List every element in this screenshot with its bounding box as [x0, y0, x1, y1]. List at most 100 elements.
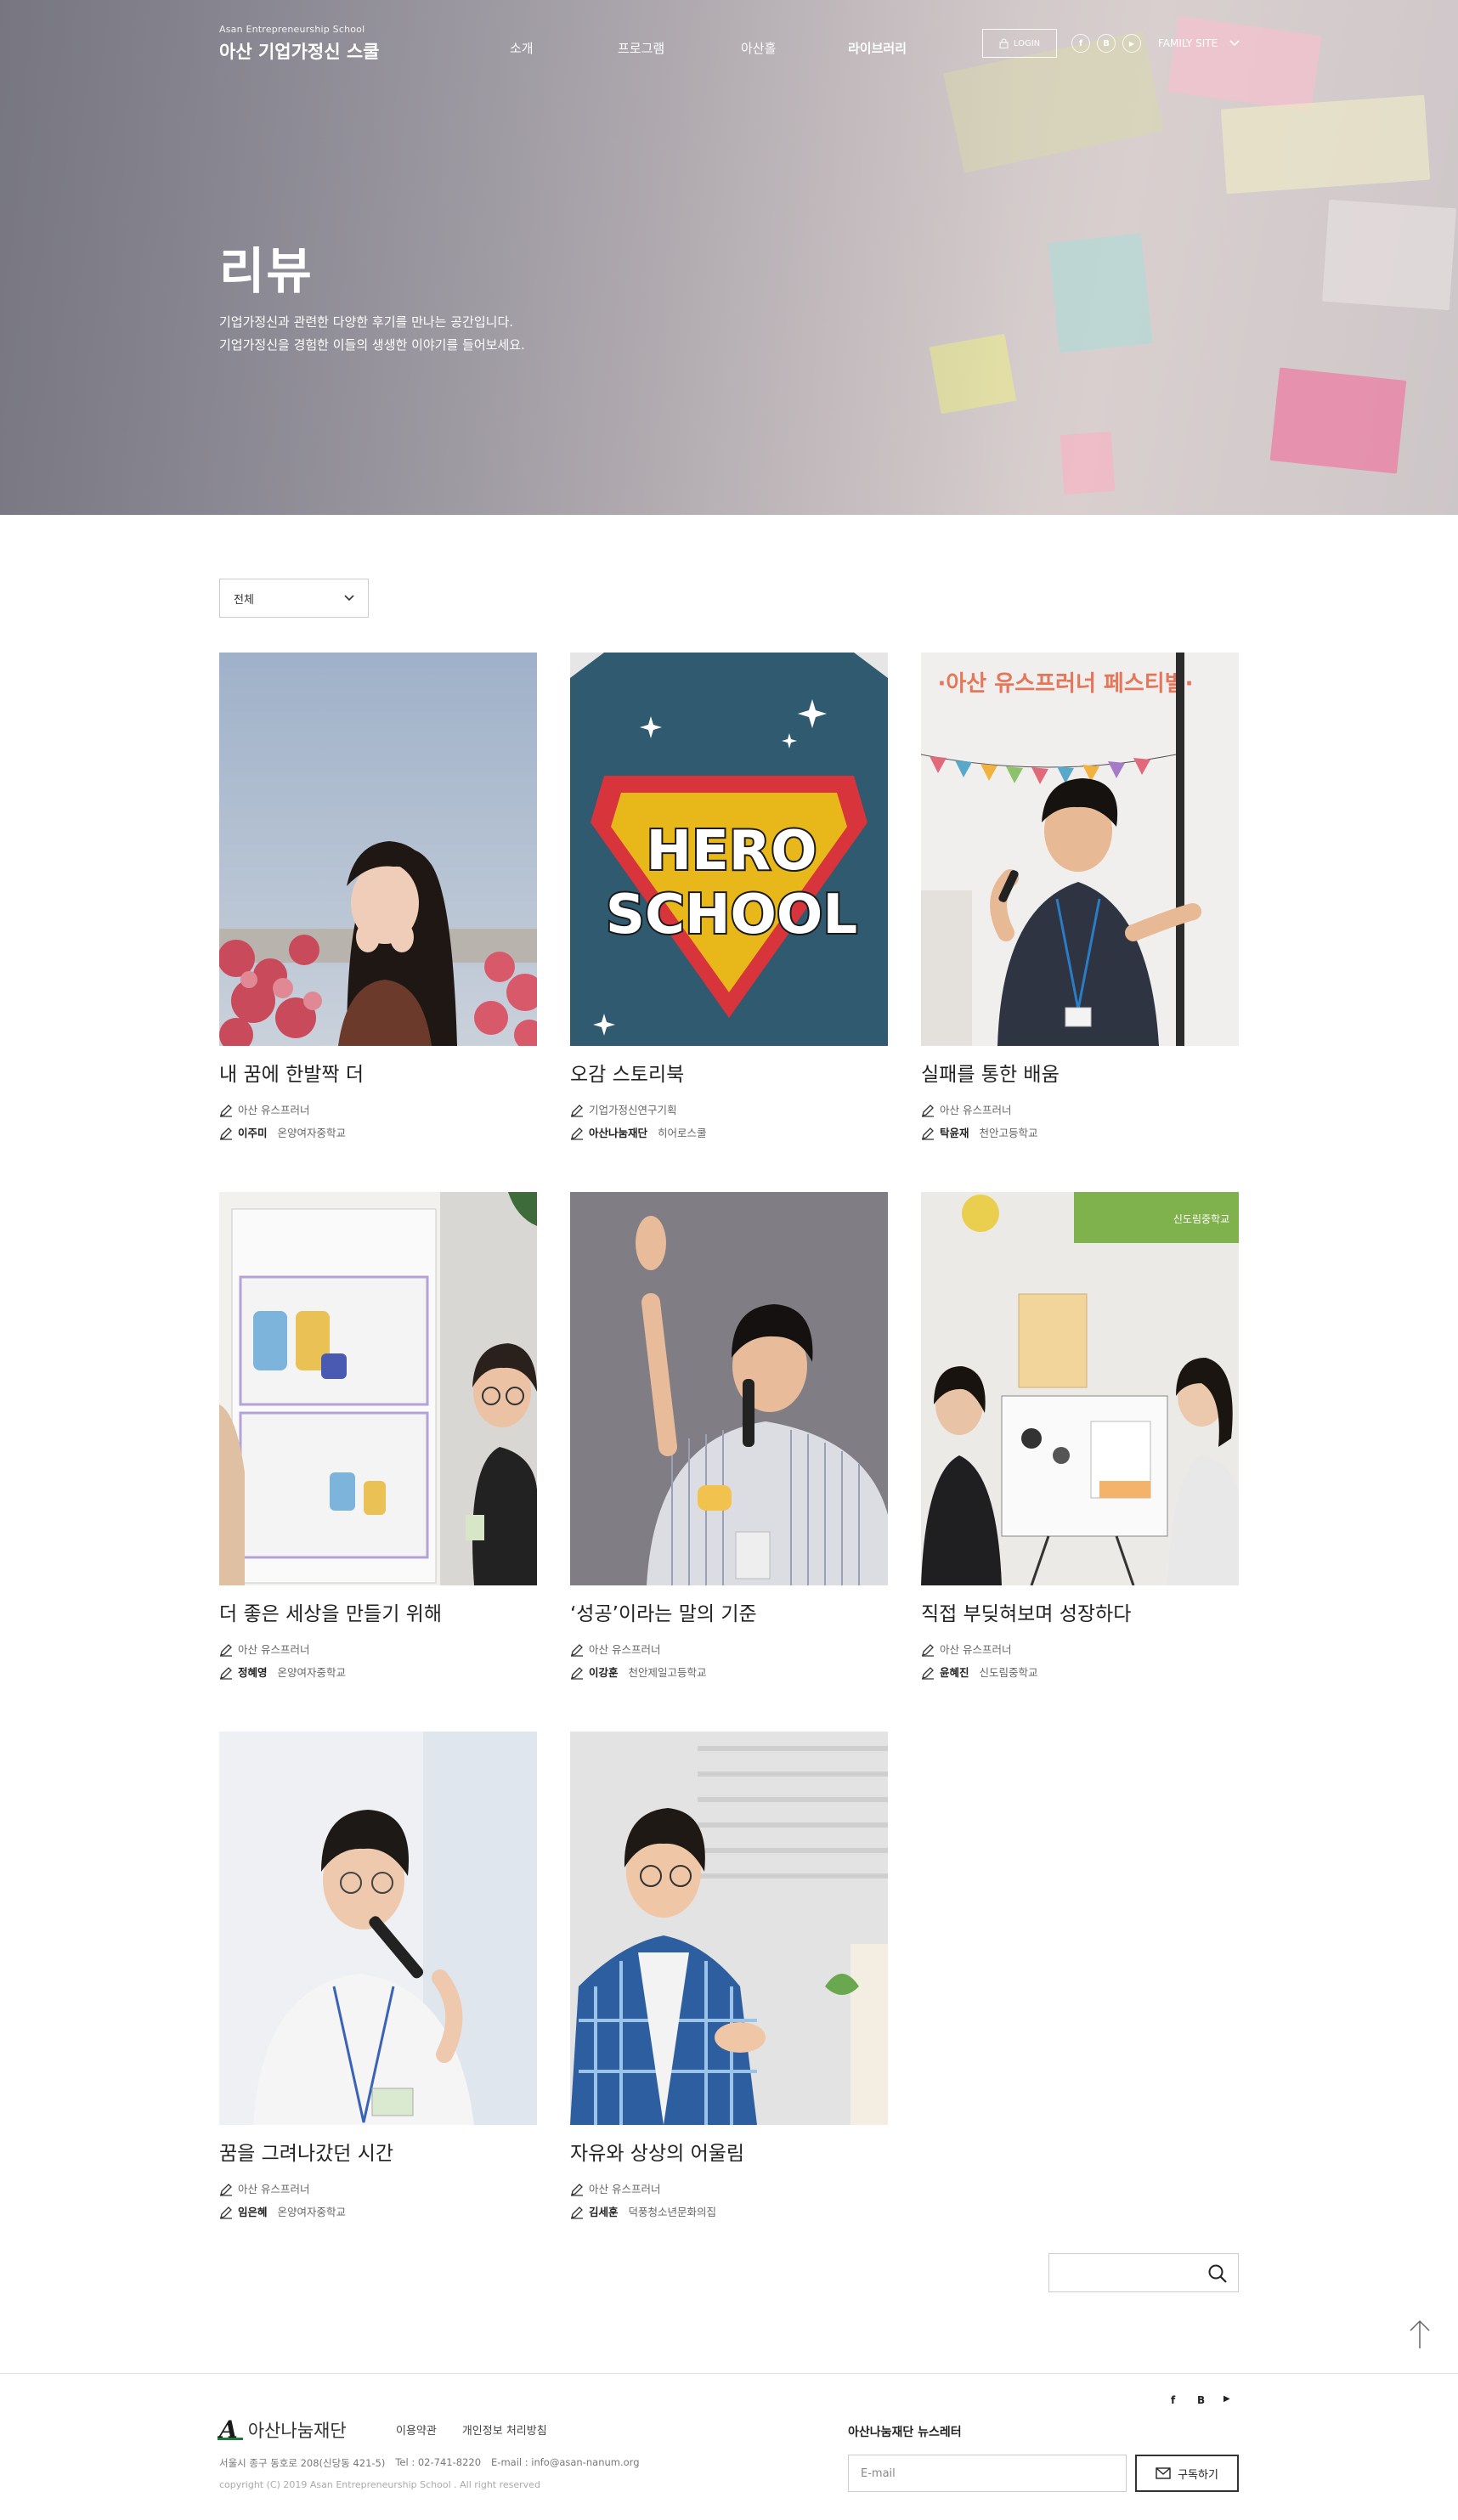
- pencil-icon: [220, 2183, 232, 2196]
- review-card[interactable]: 꿈을 그려나갔던 시간 아산 유스프러너 임은혜 온양여자중학교: [219, 1732, 537, 2223]
- festival-banner-text: ·아산 유스프러너 페스티벌·: [938, 671, 1194, 697]
- review-title[interactable]: 실패를 통한 배움: [921, 1058, 1239, 1087]
- review-photo[interactable]: [570, 1192, 888, 1585]
- filter-selected-value: 전체: [234, 593, 254, 607]
- review-title[interactable]: ‘성공’이라는 말의 기준: [570, 1597, 888, 1626]
- review-card[interactable]: 신도림중학교 직접 부딪혀보며 성장하다 아산 유스프러너 윤혜진 신도림중학교: [921, 1192, 1239, 1684]
- pencil-icon: [220, 1643, 232, 1657]
- subscribe-label: 구독하기: [1178, 2468, 1218, 2482]
- family-site-label: FAMILY SITE: [1158, 37, 1218, 49]
- review-author: 탁윤재: [940, 1127, 969, 1139]
- hero-banner: Asan Entrepreneurship School 아산 기업가정신 스쿨…: [0, 0, 1458, 515]
- review-meta: 아산 유스프러너 임은혜 온양여자중학교: [219, 2178, 537, 2223]
- pencil-icon: [571, 2183, 583, 2196]
- youtube-icon[interactable]: ▶: [1122, 34, 1141, 53]
- review-title[interactable]: 더 좋은 세상을 만들기 위해: [219, 1597, 537, 1626]
- footer-facebook-icon[interactable]: f: [1171, 2394, 1175, 2406]
- footer-copyright: copyright (C) 2019 Asan Entrepreneurship…: [219, 2479, 540, 2490]
- search-icon[interactable]: [1207, 2263, 1228, 2284]
- pencil-icon: [220, 1666, 232, 1680]
- search-box: [1048, 2253, 1239, 2292]
- newsletter-title: 아산나눔재단 뉴스레터: [848, 2426, 962, 2439]
- review-card[interactable]: 자유와 상상의 어울림 아산 유스프러너 김세훈 덕풍청소년문화의집: [570, 1732, 888, 2223]
- footer-contact: 서울시 종구 동호로 208(신당동 421-5) Tel : 02-741-8…: [219, 2456, 640, 2470]
- review-category: 아산 유스프러너: [940, 1104, 1012, 1116]
- footer-divider: [0, 2373, 1458, 2374]
- pencil-icon: [571, 1104, 583, 1117]
- review-photo[interactable]: 신도림중학교: [921, 1192, 1239, 1585]
- footer-youtube-icon[interactable]: ▶: [1223, 2394, 1230, 2404]
- review-title[interactable]: 직접 부딪혀보며 성장하다: [921, 1597, 1239, 1626]
- review-title[interactable]: 오감 스토리북: [570, 1058, 888, 1087]
- page-description: 기업가정신과 관련한 다양한 후기를 만나는 공간입니다. 기업가정신을 경험한…: [219, 311, 525, 357]
- review-org: 천안고등학교: [979, 1127, 1038, 1139]
- review-photo[interactable]: HERO SCHOOL: [570, 653, 888, 1046]
- review-title[interactable]: 내 꿈에 한발짝 더: [219, 1058, 537, 1087]
- search-input[interactable]: [1049, 2254, 1194, 2291]
- review-org: 히어로스쿨: [658, 1127, 707, 1139]
- review-meta: 아산 유스프러너 이강훈 천안제일고등학교: [570, 1638, 888, 1684]
- pencil-icon: [571, 1127, 583, 1140]
- pencil-icon: [220, 1127, 232, 1140]
- family-site-select[interactable]: FAMILY SITE: [1158, 37, 1240, 49]
- review-meta: 아산 유스프러너 윤혜진 신도림중학교: [921, 1638, 1239, 1684]
- review-org: 온양여자중학교: [277, 1127, 347, 1139]
- chevron-down-icon: [344, 595, 354, 602]
- nav-item-asan-hall[interactable]: 아산홀: [741, 39, 776, 57]
- nav-item-library[interactable]: 라이브러리: [848, 39, 907, 57]
- subscribe-button[interactable]: 구독하기: [1135, 2455, 1239, 2492]
- review-category: 아산 유스프러너: [589, 2183, 661, 2195]
- footer-tel: Tel : 02-741-8220: [395, 2456, 482, 2468]
- nav-item-about[interactable]: 소개: [510, 39, 534, 57]
- site-logo[interactable]: Asan Entrepreneurship School 아산 기업가정신 스쿨: [219, 24, 380, 64]
- review-card[interactable]: ·아산 유스프러너 페스티벌· 실패를 통한 배움 아산 유스프러너 탁윤재 천안…: [921, 653, 1239, 1144]
- review-card[interactable]: HERO SCHOOL 오감 스토리북 기업가정신연구기획 아산나눔재단 히어로스…: [570, 653, 888, 1144]
- login-button[interactable]: LOGIN: [982, 29, 1057, 58]
- pencil-icon: [571, 2206, 583, 2219]
- pencil-icon: [571, 1666, 583, 1680]
- review-meta: 아산 유스프러너 이주미 온양여자중학교: [219, 1099, 537, 1144]
- blog-icon[interactable]: B: [1097, 34, 1116, 53]
- category-filter-select[interactable]: 전체: [219, 579, 369, 618]
- terms-link[interactable]: 이용약관: [396, 2421, 437, 2438]
- review-photo[interactable]: [219, 1732, 537, 2125]
- review-card[interactable]: ‘성공’이라는 말의 기준 아산 유스프러너 이강훈 천안제일고등학교: [570, 1192, 888, 1684]
- pencil-icon: [220, 2206, 232, 2219]
- review-card[interactable]: 더 좋은 세상을 만들기 위해 아산 유스프러너 정혜영 온양여자중학교: [219, 1192, 537, 1684]
- review-meta: 아산 유스프러너 김세훈 덕풍청소년문화의집: [570, 2178, 888, 2223]
- review-org: 온양여자중학교: [277, 2206, 347, 2218]
- review-photo[interactable]: [570, 1732, 888, 2125]
- privacy-link[interactable]: 개인정보 처리방침: [462, 2421, 547, 2438]
- hero-school-line2: SCHOOL: [606, 884, 857, 946]
- description-line: 기업가정신을 경험한 이들의 생생한 이야기를 들어보세요.: [219, 337, 525, 353]
- pencil-icon: [922, 1104, 934, 1117]
- footer-address: 서울시 종구 동호로 208(신당동 421-5): [219, 2457, 386, 2469]
- scroll-top-arrow-icon[interactable]: [1407, 2319, 1433, 2350]
- facebook-icon[interactable]: f: [1071, 34, 1090, 53]
- pencil-icon: [922, 1127, 934, 1140]
- review-photo[interactable]: [219, 1192, 537, 1585]
- review-photo[interactable]: ·아산 유스프러너 페스티벌·: [921, 653, 1239, 1046]
- review-category: 아산 유스프러너: [940, 1643, 1012, 1656]
- footer-email: E-mail : info@asan-nanum.org: [491, 2456, 640, 2468]
- brand-english: Asan Entrepreneurship School: [219, 24, 365, 35]
- review-title[interactable]: 자유와 상상의 어울림: [570, 2137, 888, 2166]
- review-author: 이강훈: [589, 1666, 619, 1679]
- review-category: 아산 유스프러너: [238, 1643, 310, 1656]
- footer-links: 이용약관 개인정보 처리방침: [396, 2421, 547, 2438]
- login-label: LOGIN: [1013, 38, 1041, 48]
- review-meta: 기업가정신연구기획 아산나눔재단 히어로스쿨: [570, 1099, 888, 1144]
- review-photo[interactable]: [219, 653, 537, 1046]
- footer-logo[interactable]: A 아산나눔재단: [218, 2415, 347, 2444]
- review-category: 아산 유스프러너: [589, 1643, 661, 1656]
- review-card[interactable]: 내 꿈에 한발짝 더 아산 유스프러너 이주미 온양여자중학교: [219, 653, 537, 1144]
- lock-icon: [999, 38, 1009, 48]
- footer-blog-icon[interactable]: B: [1197, 2394, 1205, 2406]
- mail-icon: [1156, 2467, 1171, 2479]
- review-org: 신도림중학교: [979, 1666, 1038, 1679]
- review-title[interactable]: 꿈을 그려나갔던 시간: [219, 2137, 537, 2166]
- review-author: 이주미: [238, 1127, 268, 1139]
- review-category: 아산 유스프러너: [238, 1104, 310, 1116]
- newsletter-email-field[interactable]: E-mail: [848, 2455, 1127, 2492]
- nav-item-program[interactable]: 프로그램: [618, 39, 664, 57]
